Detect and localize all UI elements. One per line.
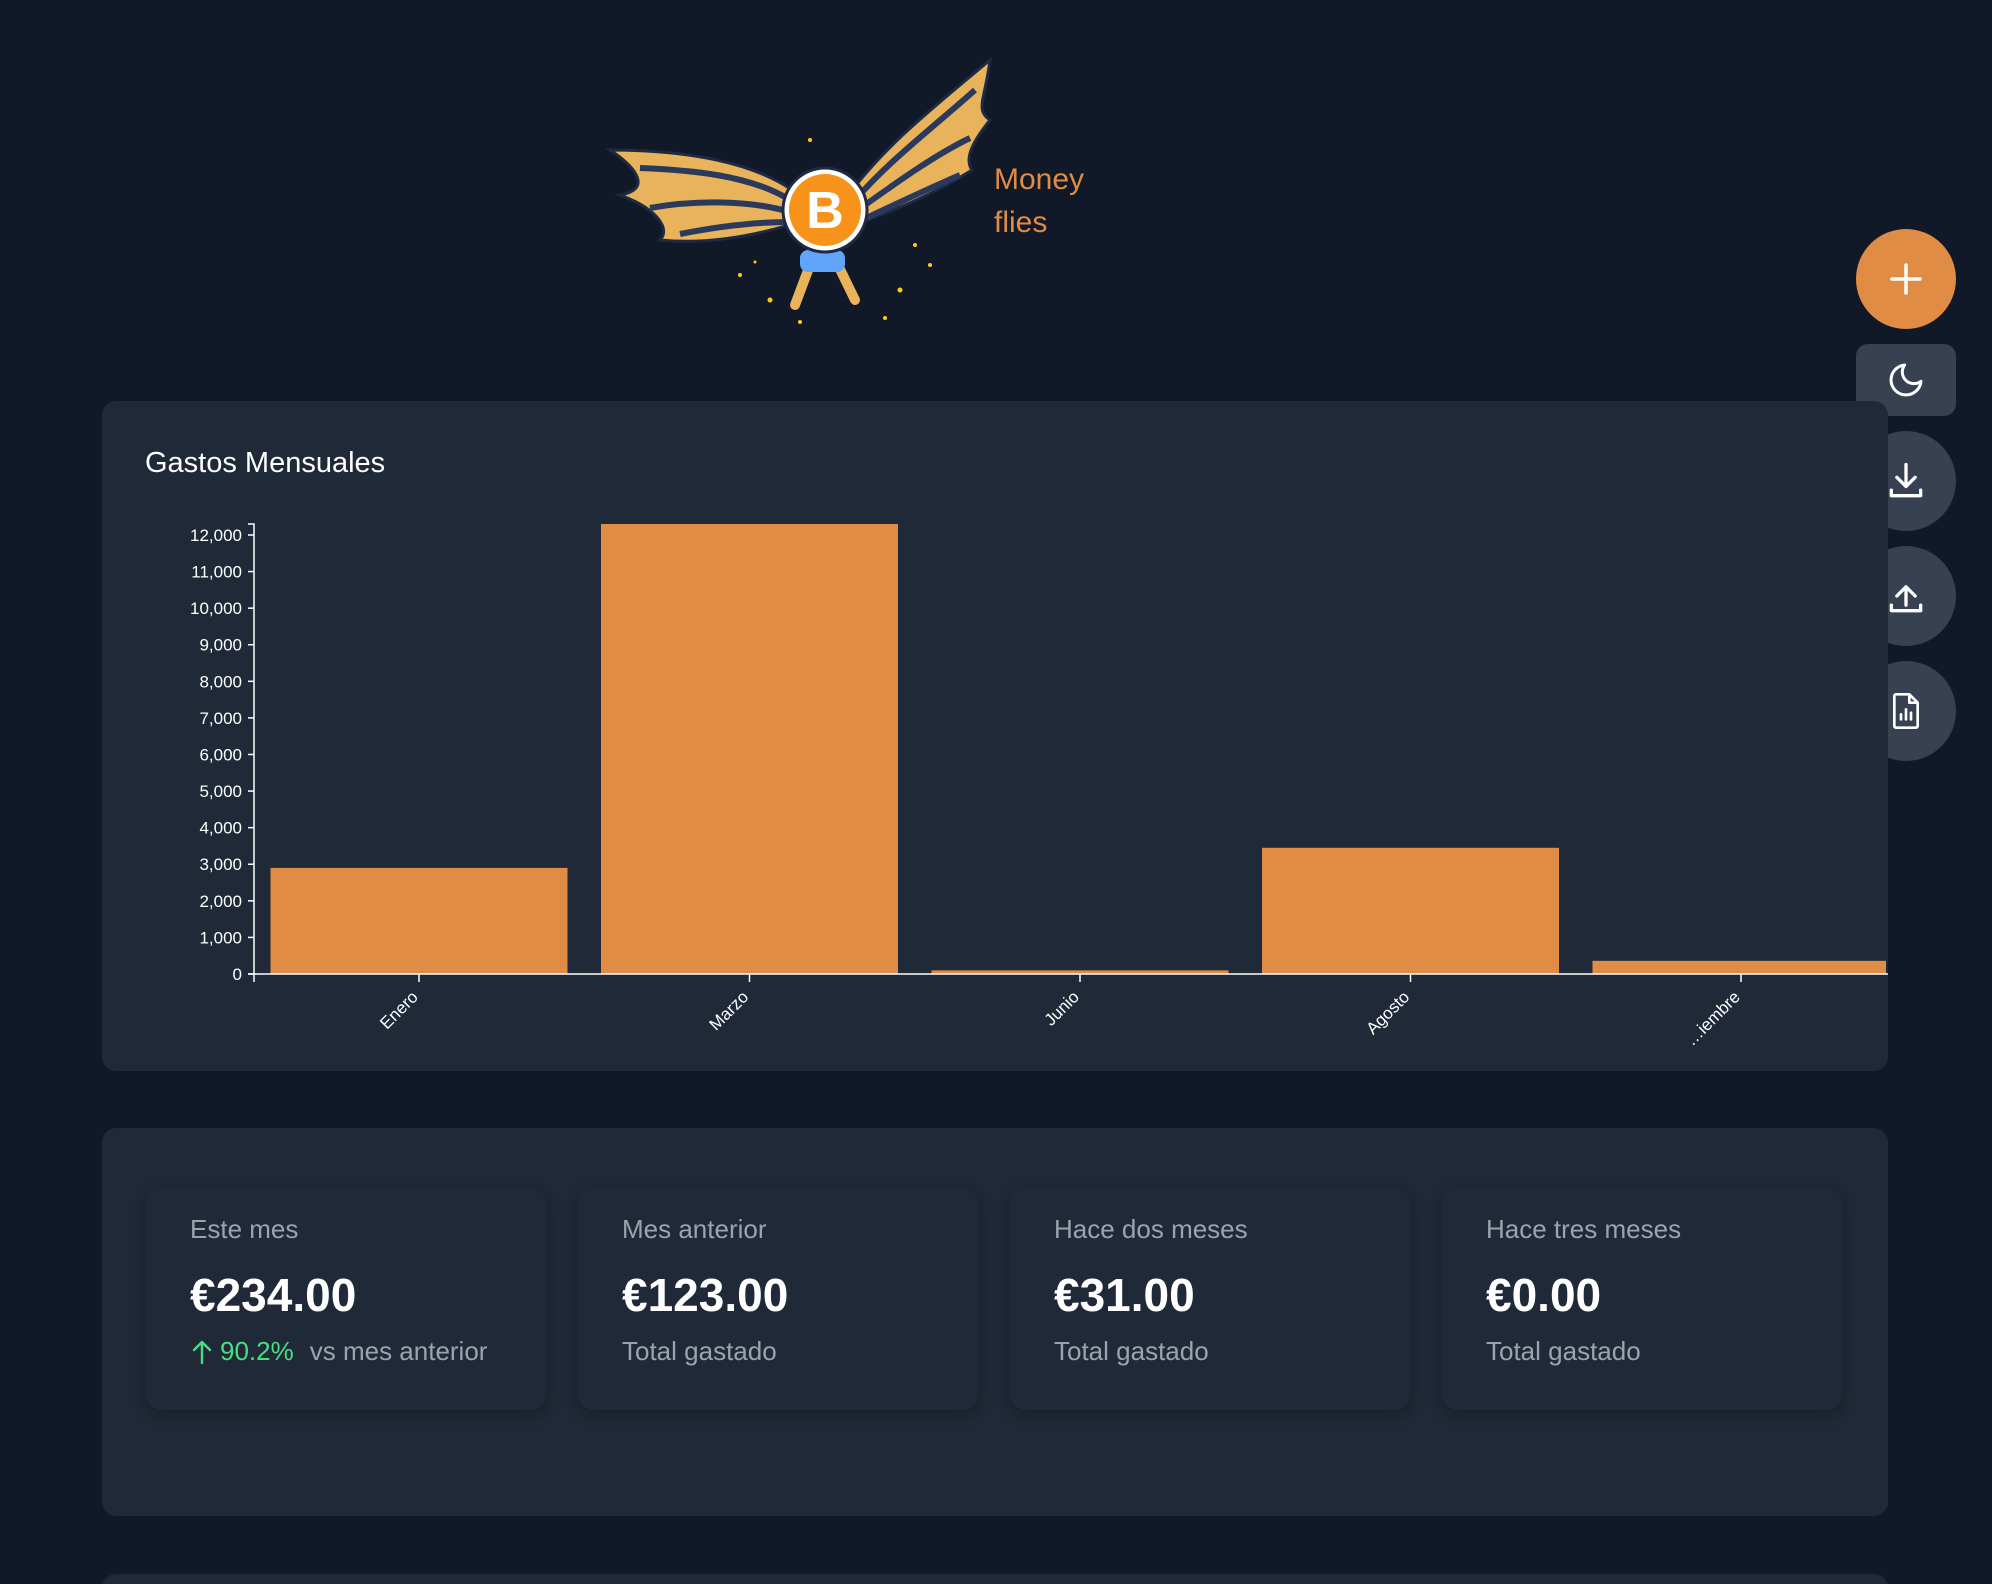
plus-icon	[1890, 263, 1922, 295]
y-tick-label: 7,000	[199, 709, 242, 728]
stat-label: Mes anterior	[622, 1214, 767, 1244]
add-button[interactable]	[1856, 229, 1956, 329]
stat-value: €0.00	[1486, 1269, 1602, 1321]
x-tick-label: …iembre	[1682, 987, 1744, 1049]
stat-subtext: vs mes anterior	[309, 1336, 488, 1366]
stat-subtext: Total gastado	[1486, 1336, 1641, 1366]
chart-bar	[1262, 847, 1559, 974]
x-tick-label: Enero	[376, 987, 422, 1033]
y-tick-label: 11,000	[191, 563, 242, 582]
stats-card: Este mes €234.00 90.2% vs mes anterior M…	[102, 1128, 1888, 1516]
winged-bitcoin-logo-icon: B	[605, 56, 993, 324]
arrow-up-icon	[192, 1340, 212, 1364]
stat-label: Hace dos meses	[1054, 1214, 1248, 1244]
monthly-expenses-card: Gastos Mensuales 0 1,000 2,000 3,000 4,000 5,…	[102, 401, 1888, 1071]
page: B Money flies Gastos Mensuales 0 1,000 2…	[0, 0, 1992, 1584]
stat-label: Este mes	[190, 1214, 299, 1244]
stat-value: €123.00	[622, 1269, 789, 1321]
upload-icon	[1889, 585, 1923, 613]
y-tick-label: 12,000	[190, 526, 242, 545]
y-tick-label: 0	[233, 965, 242, 984]
chart-bar	[1592, 960, 1886, 974]
y-tick-label: 3,000	[199, 855, 242, 874]
y-tick-label: 10,000	[190, 599, 242, 618]
stat-subtext: Total gastado	[1054, 1336, 1209, 1366]
moon-icon	[1889, 363, 1923, 397]
stat-subtext: Total gastado	[622, 1336, 777, 1366]
brand-name-line1: Money	[994, 163, 1085, 196]
chart-bar	[270, 867, 568, 974]
stat-three-months-ago: Hace tres meses €0.00 Total gastado	[1442, 1188, 1842, 1410]
x-tick-label: Agosto	[1362, 987, 1413, 1038]
y-tick-label: 6,000	[199, 745, 242, 764]
chart-bar	[601, 524, 898, 974]
y-tick-label: 1,000	[199, 928, 242, 947]
stat-previous-month: Mes anterior €123.00 Total gastado	[578, 1188, 978, 1410]
x-tick-label: Junio	[1041, 987, 1083, 1029]
stat-label: Hace tres meses	[1486, 1214, 1682, 1244]
y-axis	[248, 523, 255, 975]
stat-comparison: 90.2% vs mes anterior	[190, 1336, 487, 1367]
trend-percent: 90.2%	[220, 1336, 294, 1366]
brand-name: Money flies	[994, 158, 1084, 244]
report-file-icon	[1893, 693, 1919, 729]
download-icon	[1889, 462, 1923, 498]
y-tick-label: 9,000	[199, 636, 242, 655]
stat-this-month: Este mes €234.00 90.2% vs mes anterior	[146, 1188, 546, 1410]
y-tick-label: 4,000	[199, 819, 242, 838]
stat-two-months-ago: Hace dos meses €31.00 Total gastado	[1010, 1188, 1410, 1410]
y-tick-label: 2,000	[199, 892, 242, 911]
stat-value: €234.00	[190, 1269, 357, 1321]
y-tick-label: 5,000	[199, 782, 242, 801]
brand-name-line2: flies	[994, 206, 1048, 239]
monthly-expenses-chart: 0 1,000 2,000 3,000 4,000 5,000 6,000 7,000 8,00…	[190, 523, 1888, 1050]
brand-logo: B Money flies	[600, 50, 1100, 350]
trend-indicator: 90.2%	[190, 1336, 294, 1367]
svg-text:B: B	[806, 182, 844, 240]
x-tick-label: Marzo	[705, 987, 752, 1034]
y-tick-label: 8,000	[199, 672, 242, 691]
stat-value: €31.00	[1054, 1269, 1195, 1321]
next-section-card	[102, 1574, 1888, 1584]
